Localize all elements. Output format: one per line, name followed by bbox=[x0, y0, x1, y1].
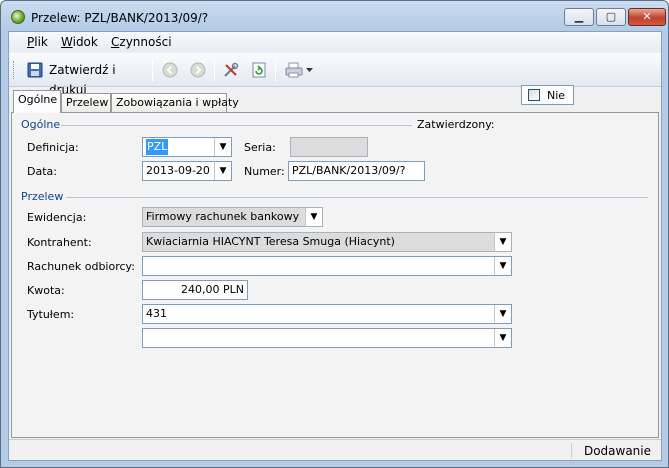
approved-value: Nie bbox=[547, 89, 566, 102]
title-value: 431 bbox=[146, 307, 167, 320]
save-icon bbox=[27, 62, 43, 78]
series-field bbox=[290, 137, 368, 157]
register-label: Ewidencja: bbox=[27, 211, 87, 224]
definition-value: PZL bbox=[146, 139, 169, 155]
number-label: Numer: bbox=[244, 165, 285, 178]
tab-ogolne[interactable]: Ogólne bbox=[13, 90, 61, 113]
tab-panel: Ogólne Zatwierdzony: Definicja: PZL ▼ Se… bbox=[11, 112, 659, 438]
amount-input[interactable]: 240,00 PLN bbox=[142, 280, 248, 300]
register-select[interactable]: Firmowy rachunek bankowy ▼ bbox=[142, 207, 323, 227]
print-icon[interactable] bbox=[285, 62, 303, 78]
menu-bar: Plik Widok Czynności bbox=[9, 32, 661, 52]
number-value: PZL/BANK/2013/09/? bbox=[292, 164, 406, 177]
contractor-value: Kwiaciarnia HIACYNT Teresa Smuga (Hiacyn… bbox=[146, 235, 395, 248]
app-icon bbox=[11, 10, 25, 24]
tab-zobowiazania[interactable]: Zobowiązania i wpłaty bbox=[111, 93, 239, 112]
menu-widok[interactable]: Widok bbox=[61, 35, 98, 49]
date-value: 2013-09-20 bbox=[146, 164, 210, 177]
tools-icon[interactable] bbox=[223, 62, 239, 78]
menu-widok-label: idok bbox=[72, 35, 98, 49]
toolbar-separator bbox=[275, 59, 276, 81]
approve-print-button[interactable]: Zatwierdź i drukuj bbox=[27, 60, 147, 97]
checkbox-icon[interactable] bbox=[528, 89, 540, 101]
menu-czynnosci-label: zynności bbox=[119, 35, 172, 49]
amount-label: Kwota: bbox=[27, 284, 65, 297]
recipient-account-select[interactable]: ▼ bbox=[142, 256, 512, 276]
register-value: Firmowy rachunek bankowy bbox=[146, 210, 300, 223]
menu-czynnosci[interactable]: Czynności bbox=[111, 35, 172, 49]
menu-plik[interactable]: Plik bbox=[27, 35, 48, 49]
menu-plik-label: lik bbox=[34, 35, 48, 49]
maximize-icon: ▢ bbox=[605, 10, 617, 23]
title-select[interactable]: 431 ▼ bbox=[142, 304, 512, 324]
status-divider bbox=[571, 443, 572, 458]
number-input[interactable]: PZL/BANK/2013/09/? bbox=[288, 161, 425, 181]
close-icon: ✕ bbox=[642, 10, 652, 23]
toolbar: Zatwierdź i drukuj bbox=[9, 53, 661, 97]
toolbar-grip[interactable] bbox=[13, 61, 16, 79]
refresh-icon[interactable] bbox=[251, 62, 267, 78]
approved-checkbox[interactable]: Nie bbox=[521, 85, 574, 105]
contractor-label: Kontrahent: bbox=[27, 236, 92, 249]
definition-label: Definicja: bbox=[27, 141, 79, 154]
section-divider bbox=[66, 197, 648, 198]
recipient-account-label: Rachunek odbiorcy: bbox=[27, 260, 135, 273]
definition-select[interactable]: PZL ▼ bbox=[142, 137, 232, 157]
date-label: Data: bbox=[27, 165, 57, 178]
dropdown-arrow-icon[interactable] bbox=[306, 68, 313, 73]
section-general-label: Ogólne bbox=[21, 118, 61, 131]
forward-icon[interactable] bbox=[190, 62, 206, 78]
date-picker[interactable]: 2013-09-20 ▼ bbox=[142, 161, 232, 181]
minimize-button[interactable]: ▁ bbox=[564, 8, 594, 26]
title-label: Tytułem: bbox=[27, 308, 75, 321]
menu-widok-hotkey: W bbox=[61, 35, 73, 49]
approved-label: Zatwierdzony: bbox=[417, 118, 495, 131]
close-button[interactable]: ✕ bbox=[628, 8, 666, 26]
chevron-down-icon[interactable]: ▼ bbox=[494, 257, 511, 275]
title-line2-select[interactable]: ▼ bbox=[142, 328, 512, 348]
chevron-down-icon[interactable]: ▼ bbox=[494, 329, 511, 347]
section-transfer-label: Przelew bbox=[21, 190, 64, 203]
section-divider bbox=[61, 125, 412, 126]
title-bar[interactable]: Przelew: PZL/BANK/2013/09/? ▁ ▢ ✕ bbox=[1, 1, 668, 31]
chevron-down-icon[interactable]: ▼ bbox=[494, 233, 511, 251]
app-window: Przelew: PZL/BANK/2013/09/? ▁ ▢ ✕ Plik W… bbox=[0, 0, 669, 468]
minimize-icon: ▁ bbox=[574, 10, 584, 23]
chevron-down-icon[interactable]: ▼ bbox=[305, 208, 322, 226]
contractor-select[interactable]: Kwiaciarnia HIACYNT Teresa Smuga (Hiacyn… bbox=[142, 232, 512, 252]
chevron-down-icon[interactable]: ▼ bbox=[214, 138, 231, 156]
toolbar-separator bbox=[152, 59, 153, 81]
chevron-down-icon[interactable]: ▼ bbox=[214, 162, 231, 180]
tab-przelew[interactable]: Przelew bbox=[61, 93, 111, 112]
back-icon[interactable] bbox=[162, 62, 178, 78]
amount-value: 240,00 PLN bbox=[181, 283, 244, 296]
series-label: Seria: bbox=[244, 141, 276, 154]
toolbar-separator bbox=[214, 59, 215, 81]
maximize-button[interactable]: ▢ bbox=[596, 8, 626, 26]
status-bar: Dodawanie bbox=[9, 439, 661, 460]
status-mode: Dodawanie bbox=[583, 444, 651, 458]
chevron-down-icon[interactable]: ▼ bbox=[494, 305, 511, 323]
window-title: Przelew: PZL/BANK/2013/09/? bbox=[31, 11, 209, 25]
